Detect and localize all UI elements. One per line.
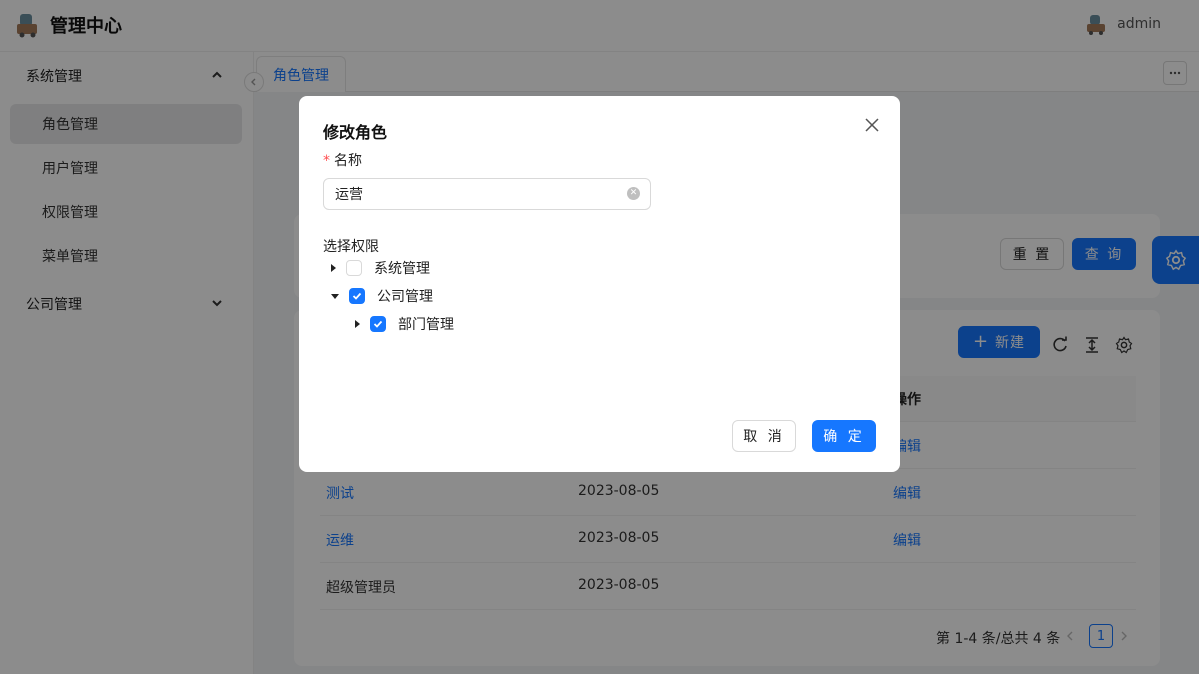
name-label: * 名称 <box>323 150 362 170</box>
caret-right-icon[interactable] <box>355 320 360 328</box>
clear-icon[interactable]: ✕ <box>627 187 640 200</box>
modal-title: 修改角色 <box>323 123 388 142</box>
required-mark: * <box>323 153 330 169</box>
tree-checkbox[interactable] <box>349 288 365 304</box>
check-icon <box>352 292 362 300</box>
ok-button[interactable]: 确 定 <box>812 420 876 452</box>
caret-right-icon[interactable] <box>331 264 336 272</box>
tree-node-company: 公司管理 <box>331 284 433 308</box>
tree-checkbox[interactable] <box>370 316 386 332</box>
tree-node-system: 系统管理 <box>331 256 430 280</box>
edit-role-modal: 修改角色 * 名称 运营 ✕ 选择权限 系统管理 公司管理 部门管理 取 消 确 … <box>299 96 900 472</box>
close-icon[interactable] <box>863 116 881 134</box>
tree-node-department: 部门管理 <box>355 312 454 336</box>
tree-node-title[interactable]: 公司管理 <box>377 286 433 306</box>
permissions-label: 选择权限 <box>323 239 379 255</box>
name-label-text: 名称 <box>334 153 362 169</box>
tree-node-title[interactable]: 系统管理 <box>374 258 430 278</box>
cancel-button[interactable]: 取 消 <box>732 420 796 452</box>
caret-down-icon[interactable] <box>331 293 339 299</box>
tree-checkbox[interactable] <box>346 260 362 276</box>
name-input[interactable]: 运营 ✕ <box>323 178 651 210</box>
tree-node-title[interactable]: 部门管理 <box>398 314 454 334</box>
check-icon <box>373 320 383 328</box>
name-input-value: 运营 <box>335 187 363 203</box>
